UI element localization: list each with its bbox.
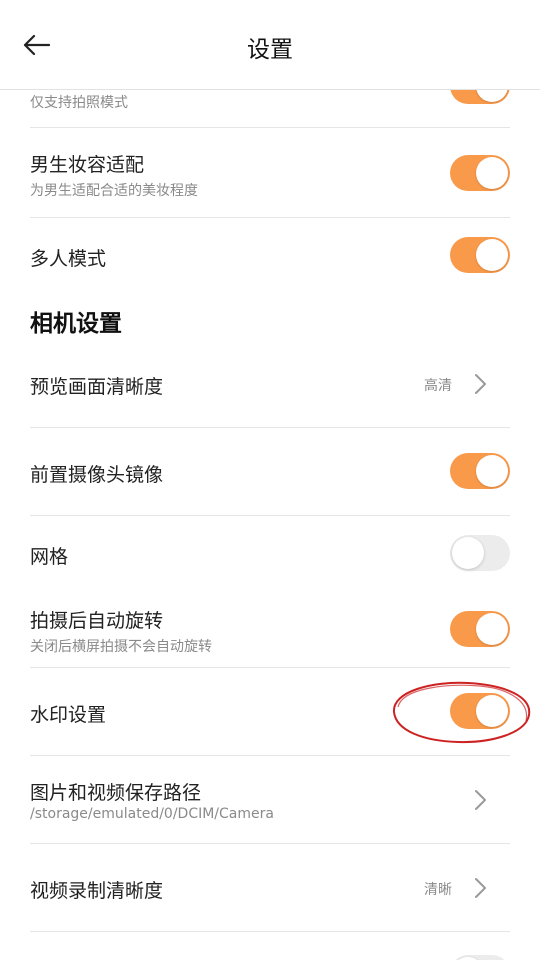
- setting-row-video-quality[interactable]: 视频录制清晰度 清晰: [30, 844, 510, 932]
- setting-value: 高清: [424, 378, 452, 394]
- setting-title: 男生妆容适配: [30, 154, 145, 176]
- chevron-right-icon: [475, 374, 486, 394]
- header-bar: 设置: [0, 0, 540, 90]
- setting-subtitle: /storage/emulated/0/DCIM/Camera: [30, 806, 274, 822]
- setting-row-auto-rotate[interactable]: 拍摄后自动旋转 关闭后横屏拍摄不会自动旋转: [30, 590, 510, 668]
- setting-title: 网格: [30, 546, 69, 568]
- page-title: 设置: [247, 37, 293, 63]
- setting-value: 清晰: [424, 882, 452, 898]
- setting-title: 图片和视频保存路径: [30, 782, 202, 804]
- toggle-knob: [476, 455, 508, 487]
- auto-rotate-toggle[interactable]: [450, 611, 510, 647]
- section-title-camera: 相机设置: [30, 311, 122, 337]
- chevron-right-icon: [475, 790, 486, 810]
- setting-row-male-makeup[interactable]: 男生妆容适配 为男生适配合适的美妆程度: [30, 128, 510, 218]
- next-row-toggle[interactable]: [450, 955, 510, 960]
- setting-row-multi-person[interactable]: 多人模式: [30, 218, 510, 294]
- setting-title: 拍摄后自动旋转: [30, 610, 164, 632]
- front-mirror-toggle[interactable]: [450, 453, 510, 489]
- setting-subtitle: 仅支持拍照模式: [30, 95, 128, 111]
- multi-person-toggle[interactable]: [450, 237, 510, 273]
- settings-screen: 设置 仅支持拍照模式 男生妆容适配 为男生适配合适的美妆程度 多人模式 相机设置…: [0, 0, 540, 960]
- setting-title: 视频录制清晰度: [30, 880, 164, 902]
- toggle-knob: [476, 613, 508, 645]
- setting-subtitle: 为男生适配合适的美妆程度: [30, 183, 198, 199]
- setting-row-preview-quality[interactable]: 预览画面清晰度 高清: [30, 340, 510, 428]
- setting-row-save-path[interactable]: 图片和视频保存路径 /storage/emulated/0/DCIM/Camer…: [30, 756, 510, 844]
- setting-title: 预览画面清晰度: [30, 376, 164, 398]
- grid-toggle[interactable]: [450, 535, 510, 571]
- annotation-ellipse: [392, 681, 531, 744]
- chevron-right-icon: [475, 878, 486, 898]
- setting-subtitle: 关闭后横屏拍摄不会自动旋转: [30, 639, 212, 655]
- setting-title: 水印设置: [30, 704, 107, 726]
- toggle-knob: [476, 157, 508, 189]
- setting-title: 前置摄像头镜像: [30, 464, 164, 486]
- setting-title: 多人模式: [30, 248, 107, 270]
- setting-row-grid[interactable]: 网格: [30, 516, 510, 590]
- male-makeup-toggle[interactable]: [450, 155, 510, 191]
- toggle-knob: [452, 537, 484, 569]
- setting-row-front-mirror[interactable]: 前置摄像头镜像: [30, 428, 510, 516]
- toggle-knob: [476, 239, 508, 271]
